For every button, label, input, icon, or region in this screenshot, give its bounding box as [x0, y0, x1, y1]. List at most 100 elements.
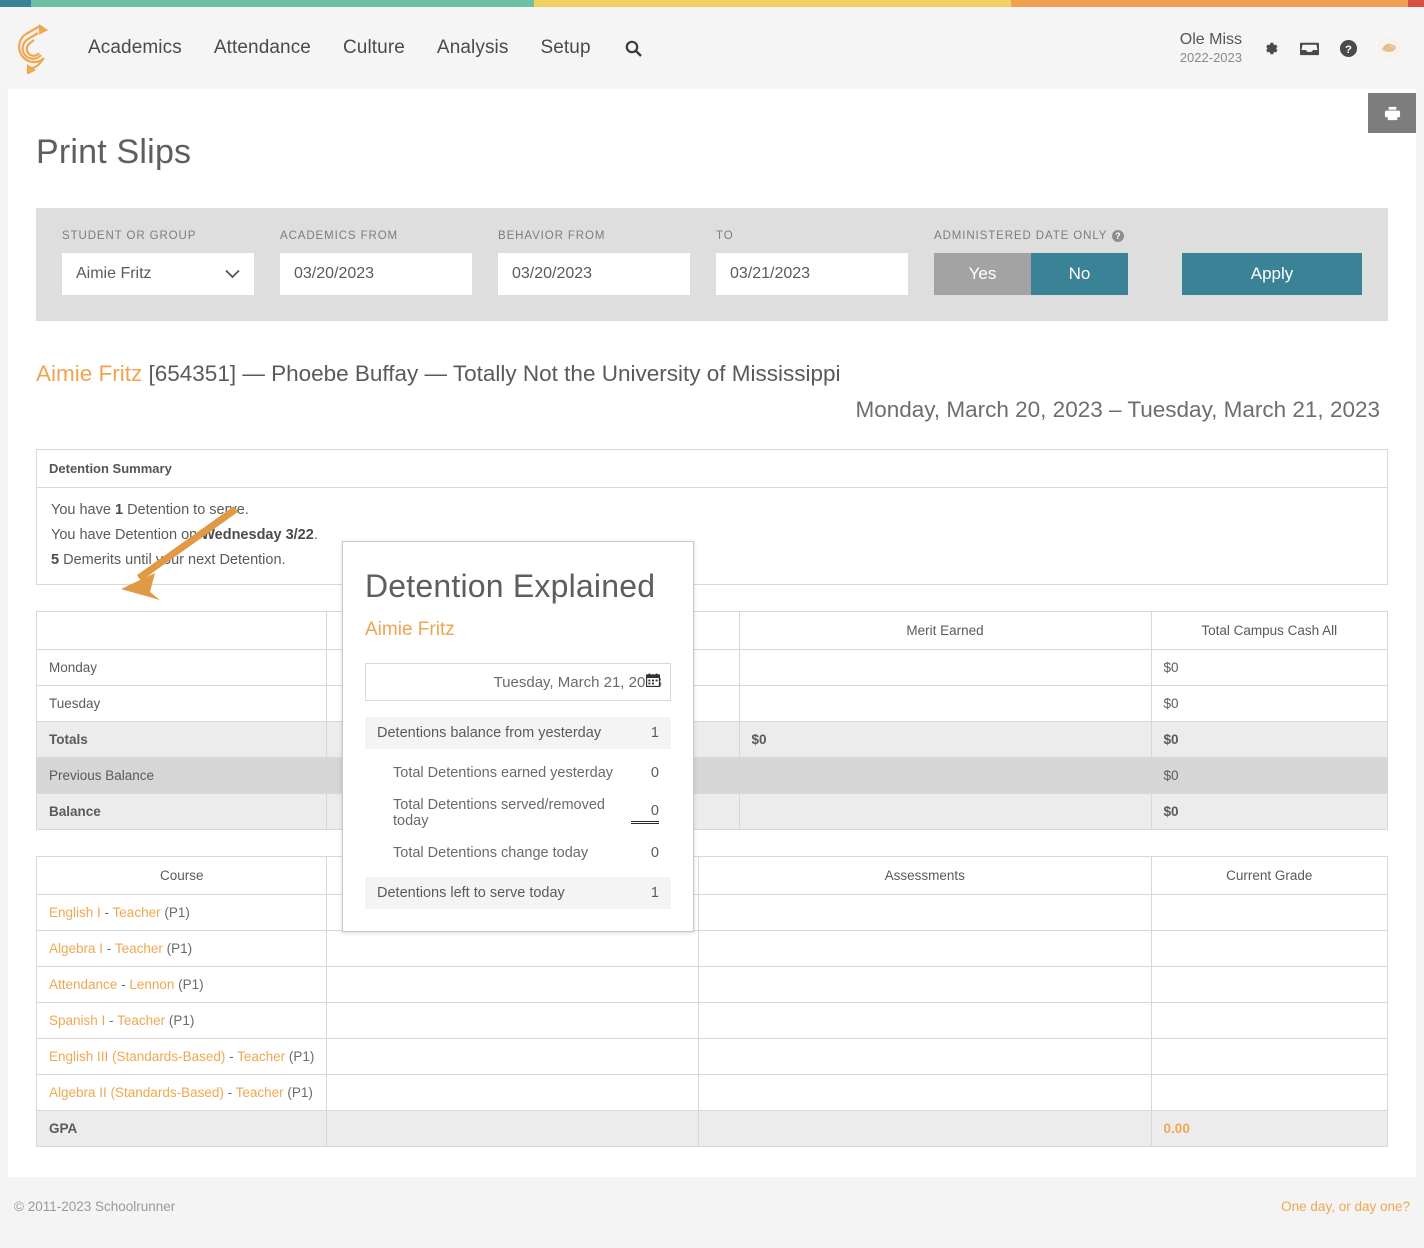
merit-row-cash: $0	[1151, 794, 1387, 830]
nav-item-culture[interactable]: Culture	[327, 37, 421, 59]
course-link[interactable]: Algebra II (Standards-Based)	[49, 1085, 224, 1100]
academics-from-input[interactable]	[280, 253, 472, 295]
detention-row: Detentions left to serve today1	[365, 877, 671, 909]
gpa-value: 0.00	[1151, 1111, 1387, 1147]
teacher-link[interactable]: Teacher	[236, 1085, 284, 1100]
teacher-link[interactable]: Teacher	[117, 1013, 165, 1028]
student-name-link[interactable]: Aimie Fritz	[36, 361, 142, 386]
table-row: Attendance - Lennon (P1)	[37, 967, 1388, 1003]
calendar-icon[interactable]	[646, 673, 660, 691]
apply-button[interactable]: Apply	[1182, 253, 1362, 295]
inbox-icon[interactable]	[1298, 37, 1320, 59]
detention-line-1-pre: You have	[51, 502, 115, 518]
top-color-bar	[0, 0, 1424, 7]
print-button[interactable]	[1368, 93, 1416, 133]
assessments-cell	[698, 1039, 1151, 1075]
table-row: Tuesday$0	[37, 686, 1388, 722]
detention-line-1-count: 1	[115, 502, 123, 518]
modal-date-field[interactable]: Tuesday, March 21, 2023	[365, 663, 671, 701]
detention-row-value: 1	[631, 885, 659, 901]
course-period: (P1)	[285, 1049, 314, 1064]
merit-row-cash: $0	[1151, 722, 1387, 758]
filter-administered-group: ADMINISTERED DATE ONLY ? Yes No	[934, 230, 1128, 295]
nav-item-setup[interactable]: Setup	[524, 37, 606, 59]
merit-campus-cash-table: Merit EarnedTotal Campus Cash All Monday…	[36, 611, 1388, 830]
administered-label-text: ADMINISTERED DATE ONLY	[934, 230, 1107, 242]
assessments-cell	[698, 1003, 1151, 1039]
teacher-link[interactable]: Teacher	[115, 941, 163, 956]
page-content: Print Slips STUDENT OR GROUP Aimie Fritz…	[8, 89, 1416, 1177]
detention-row-label: Detentions balance from yesterday	[377, 725, 601, 741]
filter-academics-from-label: ACADEMICS FROM	[280, 230, 472, 242]
search-icon[interactable]	[607, 40, 660, 57]
teacher-link[interactable]: Teacher	[113, 905, 161, 920]
account-info[interactable]: Ole Miss 2022-2023	[1180, 30, 1242, 66]
gear-icon[interactable]	[1259, 37, 1281, 59]
account-year: 2022-2023	[1180, 50, 1242, 66]
nav-item-analysis[interactable]: Analysis	[421, 37, 525, 59]
assessments-cell	[698, 1075, 1151, 1111]
course-cell: Algebra II (Standards-Based) - Teacher (…	[37, 1075, 327, 1111]
detention-line-1-post: Detention to serve.	[123, 502, 249, 518]
teacher-link[interactable]: Teacher	[237, 1049, 285, 1064]
course-blank-cell	[327, 1039, 699, 1075]
detention-line-3: 5 Demerits until your next Detention.	[51, 552, 1373, 568]
detention-line-2-pre: You have Detention on	[51, 527, 201, 543]
teacher-link[interactable]: Lennon	[129, 977, 174, 992]
course-link[interactable]: English I	[49, 905, 101, 920]
table-row: English I - Teacher (P1)	[37, 895, 1388, 931]
course-period: (P1)	[174, 977, 203, 992]
course-link[interactable]: Attendance	[49, 977, 117, 992]
course-period: (P1)	[165, 1013, 194, 1028]
detention-summary-table: Detention Summary You have 1 Detention t…	[36, 449, 1388, 585]
course-blank-cell	[327, 967, 699, 1003]
gpa-label: GPA	[37, 1111, 327, 1147]
to-date-input[interactable]	[716, 253, 908, 295]
detention-row: Total Detentions change today0	[365, 837, 671, 869]
filter-administered-label: ADMINISTERED DATE ONLY ?	[934, 230, 1128, 242]
toggle-yes-button[interactable]: Yes	[934, 253, 1031, 295]
course-col-header-2: Assessments	[698, 857, 1151, 895]
table-row: Algebra I - Teacher (P1)	[37, 931, 1388, 967]
merit-row-earned	[739, 686, 1151, 722]
help-icon[interactable]: ?	[1337, 37, 1359, 59]
course-header-row: Course AssessmentsCurrent Grade	[37, 857, 1388, 895]
course-blank-cell	[327, 1003, 699, 1039]
behavior-from-input[interactable]	[498, 253, 690, 295]
color-segment-1	[31, 0, 534, 7]
tagline-text[interactable]: One day, or day one?	[1281, 1199, 1410, 1214]
detention-breakdown-rows: Detentions balance from yesterday 1 Total …	[365, 717, 671, 909]
app-logo[interactable]	[0, 22, 72, 74]
page-footer: © 2011-2023 Schoolrunner One day, or day…	[0, 1177, 1424, 1235]
nav-item-attendance[interactable]: Attendance	[198, 37, 327, 59]
avatar[interactable]	[1376, 35, 1402, 61]
detention-row: Total Detentions earned yesterday0	[365, 757, 671, 789]
assessments-cell	[698, 895, 1151, 931]
help-tooltip-icon[interactable]: ?	[1112, 230, 1124, 242]
table-row: Spanish I - Teacher (P1)	[37, 1003, 1388, 1039]
nav-item-academics[interactable]: Academics	[72, 37, 198, 59]
toggle-no-button[interactable]: No	[1031, 253, 1128, 295]
detention-summary-body: You have 1 Detention to serve. You have …	[37, 488, 1388, 585]
copyright-text: © 2011-2023 Schoolrunner	[14, 1199, 175, 1214]
detention-line-2-post: .	[314, 527, 318, 543]
course-link[interactable]: English III (Standards-Based)	[49, 1049, 225, 1064]
course-link[interactable]: Spanish I	[49, 1013, 105, 1028]
course-col-header-0: Course	[37, 857, 327, 895]
current-grade-cell	[1151, 895, 1387, 931]
course-separator: -	[117, 977, 129, 992]
color-segment-2	[534, 0, 1011, 7]
detention-line-1: You have 1 Detention to serve.	[51, 502, 1373, 518]
merit-row-earned	[739, 794, 1151, 830]
course-table: Course AssessmentsCurrent Grade English I…	[36, 856, 1388, 1147]
course-link[interactable]: Algebra I	[49, 941, 103, 956]
modal-title: Detention Explained	[365, 568, 671, 605]
detention-row-value: 0	[631, 765, 659, 781]
table-row: English III (Standards-Based) - Teacher …	[37, 1039, 1388, 1075]
app-header: Academics Attendance Culture Analysis Se…	[0, 7, 1424, 89]
detention-line-2-day: Wednesday 3/22	[201, 527, 314, 543]
header-right-cluster: Ole Miss 2022-2023 ?	[1180, 30, 1402, 66]
student-or-group-select[interactable]: Aimie Fritz	[62, 253, 254, 295]
gpa-blank-2	[698, 1111, 1151, 1147]
course-col-header-3: Current Grade	[1151, 857, 1387, 895]
